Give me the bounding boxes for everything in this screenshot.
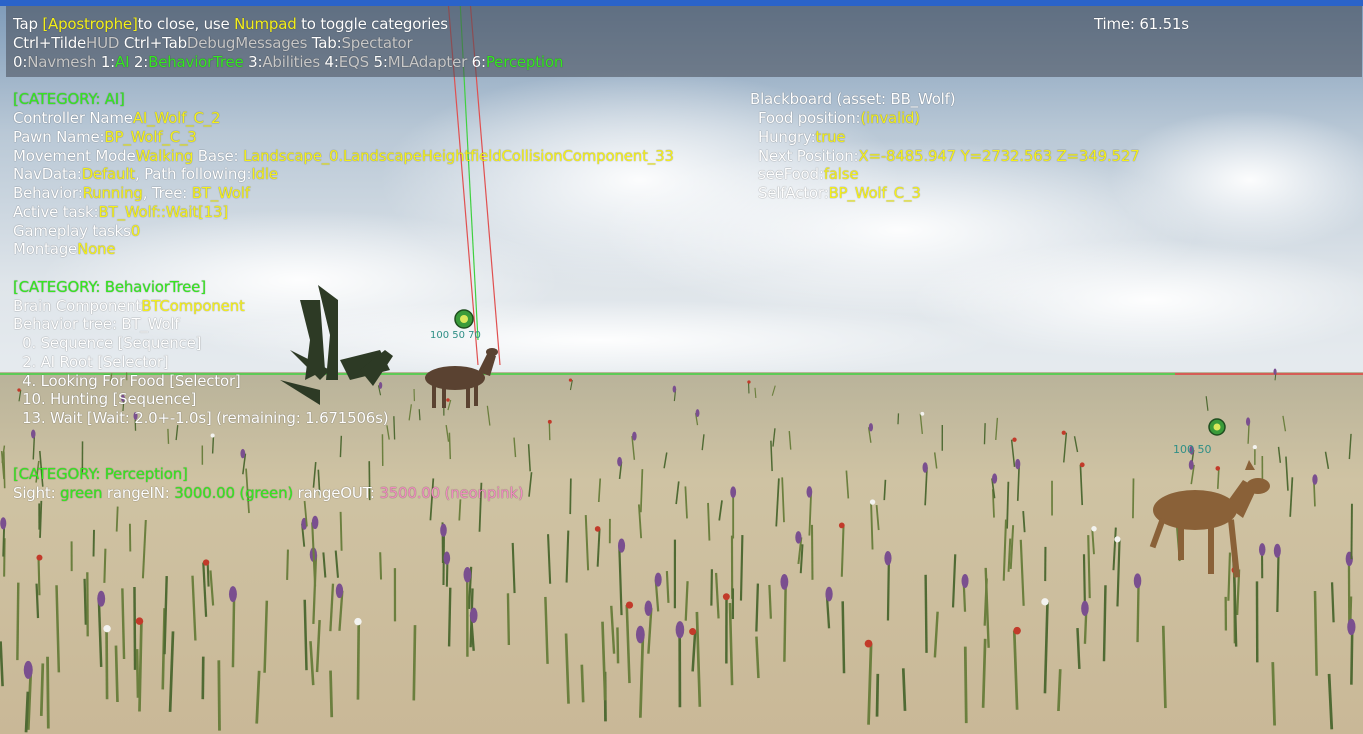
ai-montage: MontageNone <box>13 240 116 258</box>
ai-active-task: Active task:BT_Wolf::Wait[13] <box>13 203 229 221</box>
perception-sight: Sight: green rangeIN: 3000.00 (green) ra… <box>13 484 524 502</box>
blackboard-title: Blackboard (asset: BB_Wolf) <box>750 90 956 108</box>
category-ai-header: [CATEGORY: AI] <box>13 90 125 108</box>
bt-tree-name: Behavior tree: BT_Wolf <box>13 315 180 333</box>
ai-navdata: NavData:Default, Path following:Idle <box>13 165 278 183</box>
category-toggle-abilities[interactable]: 3:Abilities <box>248 53 320 71</box>
ai-movement-mode: Movement ModeWalking Base: Landscape_0.L… <box>13 147 674 165</box>
bt-node: 13. Wait [Wait: 2.0+-1.0s] (remaining: 1… <box>13 409 389 427</box>
category-toggle-perception[interactable]: 6:Perception <box>472 53 564 71</box>
npc-indicator-2 <box>1208 418 1226 436</box>
blackboard-entry: seeFood:false <box>758 165 859 183</box>
category-toggle-behaviortree[interactable]: 2:BehaviorTree <box>134 53 244 71</box>
category-toggle-mladapter[interactable]: 5:MLAdapter <box>374 53 468 71</box>
bt-node: 0. Sequence [Sequence] <box>13 334 202 352</box>
category-toggle-eqs[interactable]: 4:EQS <box>325 53 370 71</box>
game-time: Time: 61.51s <box>1094 15 1189 33</box>
category-toggles: 0:Navmesh 1:AI 2:BehaviorTree 3:Abilitie… <box>13 53 563 71</box>
blackboard-entry: Hungry:true <box>758 128 846 146</box>
ai-gameplay-tasks: Gameplay tasks0 <box>13 222 141 240</box>
category-toggle-ai[interactable]: 1:AI <box>101 53 130 71</box>
category-behaviortree-header: [CATEGORY: BehaviorTree] <box>13 278 206 296</box>
blackboard-entry: Next Position:X=-8485.947 Y=2732.563 Z=3… <box>758 147 1140 165</box>
npc-indicator-1 <box>454 309 474 329</box>
debugger-shortcuts: Ctrl+TildeHUD Ctrl+TabDebugMessages Tab:… <box>13 34 413 52</box>
bt-node: 10. Hunting [Sequence] <box>13 390 197 408</box>
deer2-health-label: 100 50 <box>1173 443 1212 456</box>
debugger-instructions: Tap [Apostrophe]to close, use Numpad to … <box>13 15 448 33</box>
bt-node: 4. Looking For Food [Selector] <box>13 372 241 390</box>
bt-brain-component: Brain ComponentBTComponent <box>13 297 245 315</box>
ai-controller-name: Controller NameAI_Wolf_C_2 <box>13 109 221 127</box>
ai-pawn-name: Pawn Name:BP_Wolf_C_3 <box>13 128 197 146</box>
bt-node: 2. AI Root [Selector] <box>13 353 169 371</box>
ai-behavior: Behavior:Running, Tree: BT_Wolf <box>13 184 250 202</box>
category-toggle-navmesh[interactable]: 0:Navmesh <box>13 53 96 71</box>
blackboard-entry: Food position:(invalid) <box>758 109 920 127</box>
deer1-health-label: 100 50 70 <box>430 330 481 341</box>
category-perception-header: [CATEGORY: Perception] <box>13 465 188 483</box>
blackboard-entry: SelfActor:BP_Wolf_C_3 <box>758 184 921 202</box>
